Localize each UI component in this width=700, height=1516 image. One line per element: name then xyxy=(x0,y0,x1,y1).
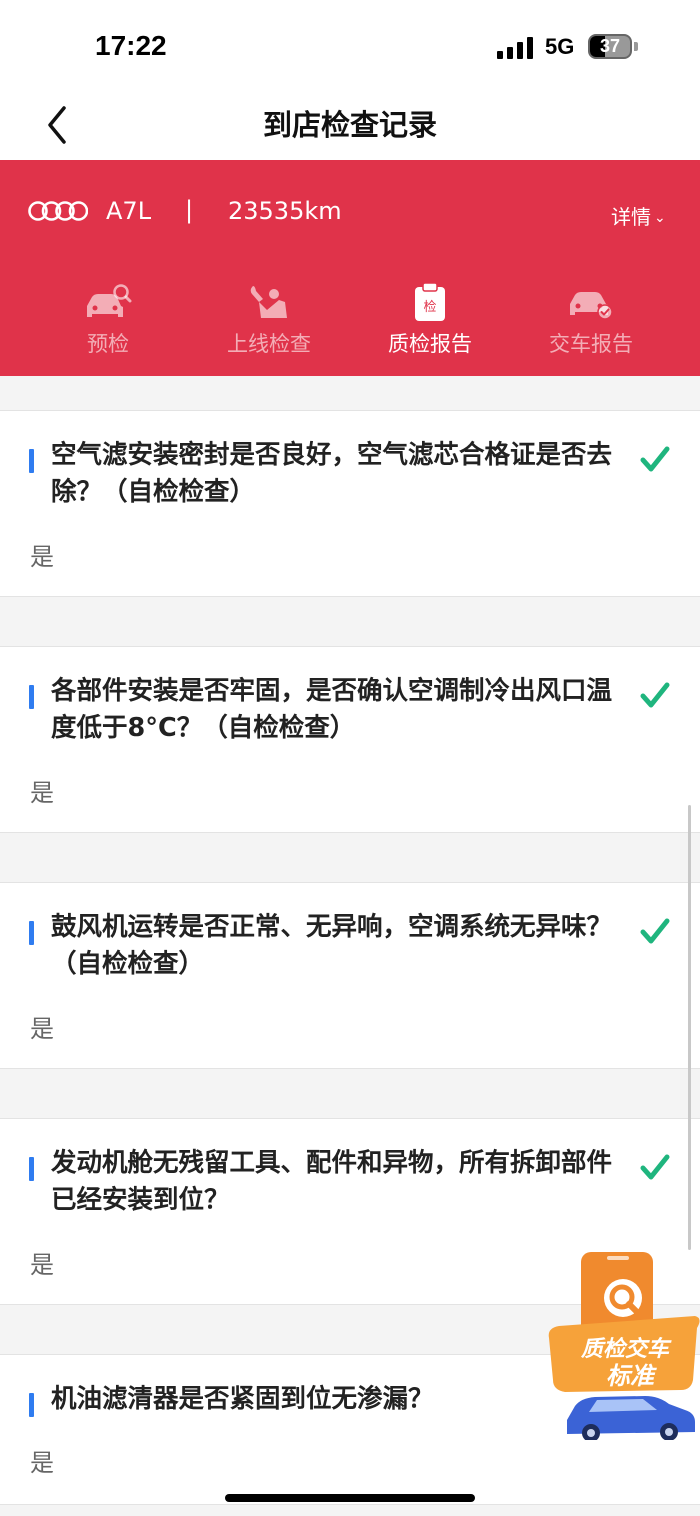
check-question: 鼓风机运转是否正常、无异响，空调系统无异味？（自检检查） xyxy=(51,912,613,979)
check-question: 发动机舱无残留工具、配件和异物，所有拆卸部件已经安装到位？ xyxy=(51,1148,613,1215)
battery-icon: 37 xyxy=(588,34,632,59)
promo-illustration: 质检交车 标准 xyxy=(548,1252,700,1442)
vehicle-model: A7L xyxy=(106,197,152,225)
audi-logo-icon xyxy=(28,201,88,221)
details-button[interactable]: 详情 ⌄ xyxy=(611,201,666,230)
details-label: 详情 xyxy=(611,205,651,229)
battery-level: 37 xyxy=(599,36,621,56)
scrollbar[interactable] xyxy=(688,805,691,1250)
check-item: 空气滤安装密封是否良好，空气滤芯合格证是否去除？（自检检查） 是 xyxy=(0,411,700,597)
accent-bar xyxy=(29,1157,34,1181)
clipboard-icon: 检 xyxy=(415,282,445,321)
vehicle-header: A7L | 23535km 详情 ⌄ 预检 上线检查 检 质检报告 交车报告 xyxy=(0,160,700,376)
section-gap xyxy=(0,833,700,883)
clipboard-icon-text: 检 xyxy=(423,300,436,315)
section-gap xyxy=(0,1069,700,1119)
tab-label: 预检 xyxy=(87,332,129,356)
checkmark-icon xyxy=(640,1154,670,1180)
promo-text-line1: 质检交车 xyxy=(580,1336,672,1362)
car-check-icon xyxy=(570,292,613,320)
check-question: 机油滤清器是否紧固到位无渗漏？ xyxy=(51,1384,434,1414)
page-title: 到店检查记录 xyxy=(262,108,437,142)
check-question: 空气滤安装密封是否良好，空气滤芯合格证是否去除？（自检检查） xyxy=(51,440,613,507)
check-item: 各部件安装是否牢固，是否确认空调制冷出风口温度低于8°C？（自检检查） 是 xyxy=(0,647,700,833)
nav-bar: 到店检查记录 xyxy=(0,90,700,160)
battery-tip xyxy=(634,42,638,51)
signal-icon xyxy=(497,37,535,59)
section-gap xyxy=(0,376,700,411)
accent-bar xyxy=(29,685,34,709)
status-time: 17:22 xyxy=(95,30,167,61)
tab-online-check[interactable]: 上线检查 xyxy=(199,282,339,358)
header-divider: | xyxy=(185,196,194,224)
check-answer: 是 xyxy=(30,1449,54,1477)
tab-quality-report[interactable]: 检 质检报告 xyxy=(360,282,500,358)
tab-label: 交车报告 xyxy=(549,332,633,356)
vehicle-mileage: 23535km xyxy=(228,197,342,225)
promo-text-line2: 标准 xyxy=(606,1362,657,1390)
check-answer: 是 xyxy=(30,1015,54,1043)
mechanic-icon xyxy=(250,286,287,318)
check-answer: 是 xyxy=(30,1251,54,1279)
promo-badge[interactable]: 质检交车 标准 xyxy=(545,1250,700,1442)
checkmark-icon xyxy=(640,682,670,708)
chevron-down-icon: ⌄ xyxy=(654,210,666,226)
home-indicator[interactable] xyxy=(225,1494,475,1502)
checkmark-icon xyxy=(640,918,670,944)
tab-delivery-report[interactable]: 交车报告 xyxy=(521,282,661,358)
checkmark-icon xyxy=(640,446,670,472)
tab-label: 上线检查 xyxy=(227,332,311,356)
car-search-icon xyxy=(87,284,132,317)
check-question: 各部件安装是否牢固，是否确认空调制冷出风口温度低于8°C？（自检检查） xyxy=(51,676,613,743)
check-answer: 是 xyxy=(30,779,54,807)
accent-bar xyxy=(29,921,34,945)
check-item: 鼓风机运转是否正常、无异响，空调系统无异味？（自检检查） 是 xyxy=(0,883,700,1069)
tab-precheck[interactable]: 预检 xyxy=(38,282,178,358)
accent-bar xyxy=(29,449,34,473)
check-answer: 是 xyxy=(30,543,54,571)
status-bar: 17:22 5G 37 xyxy=(0,0,700,90)
accent-bar xyxy=(29,1393,34,1417)
network-type: 5G xyxy=(545,34,575,59)
section-gap xyxy=(0,597,700,647)
tab-label: 质检报告 xyxy=(388,332,472,356)
